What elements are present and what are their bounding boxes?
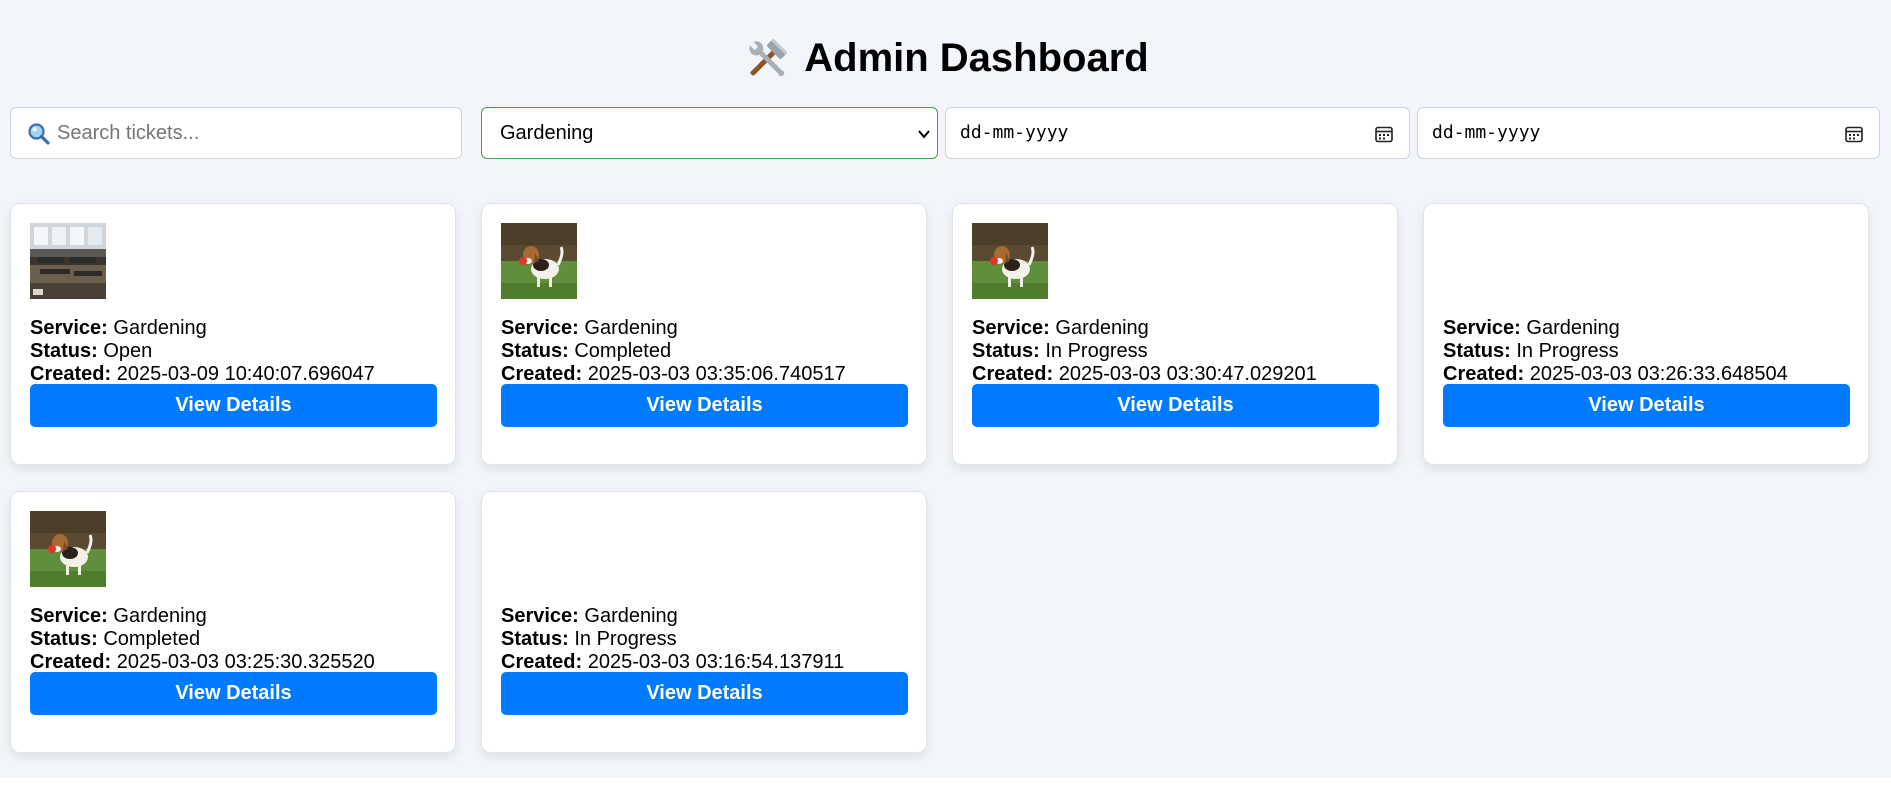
view-details-button[interactable]: View Details: [501, 672, 908, 715]
service-label: Service:: [972, 317, 1050, 339]
created-label: Created:: [972, 363, 1054, 385]
ticket-info: Service: Gardening Status: Open Created:…: [30, 317, 438, 386]
status-value: In Progress: [1045, 340, 1148, 362]
status-line: Status: Open: [30, 340, 438, 363]
ticket-card: Service: Gardening Status: In Progress C…: [1423, 203, 1869, 465]
service-label: Service:: [30, 605, 108, 627]
created-line: Created: 2025-03-03 03:16:54.137911: [501, 651, 909, 674]
ticket-info: Service: Gardening Status: In Progress C…: [1443, 317, 1851, 386]
ticket-info: Service: Gardening Status: Completed Cre…: [30, 605, 438, 674]
service-label: Service:: [30, 317, 108, 339]
service-select[interactable]: Gardening: [481, 107, 938, 159]
created-value: 2025-03-03 03:25:30.325520: [116, 651, 375, 673]
ticket-info: Service: Gardening Status: Completed Cre…: [501, 317, 909, 386]
ticket-card: Service: Gardening Status: Completed Cre…: [481, 203, 927, 465]
status-label: Status:: [30, 340, 98, 362]
created-value: 2025-03-03 03:26:33.648504: [1529, 363, 1788, 385]
created-label: Created:: [501, 651, 583, 673]
created-label: Created:: [30, 363, 112, 385]
status-line: Status: In Progress: [501, 628, 909, 651]
date-to-field[interactable]: dd-mm-yyyy: [1417, 107, 1880, 159]
service-value: Gardening: [584, 317, 678, 339]
ticket-card: Service: Gardening Status: Completed Cre…: [10, 491, 456, 753]
created-value: 2025-03-03 03:30:47.029201: [1058, 363, 1317, 385]
service-line: Service: Gardening: [30, 317, 438, 340]
page-title: Admin Dashboard: [804, 36, 1149, 80]
view-details-button[interactable]: View Details: [501, 384, 908, 427]
created-value: 2025-03-09 10:40:07.696047: [116, 363, 375, 385]
status-label: Status:: [501, 340, 569, 362]
classroom-photo: [30, 223, 106, 299]
service-line: Service: Gardening: [501, 317, 909, 340]
dog-photo: [30, 511, 106, 587]
ticket-card: Service: Gardening Status: In Progress C…: [481, 491, 927, 753]
date-from-value: dd-mm-yyyy: [960, 122, 1069, 143]
created-line: Created: 2025-03-03 03:25:30.325520: [30, 651, 438, 674]
created-label: Created:: [1443, 363, 1525, 385]
status-value: In Progress: [574, 628, 677, 650]
ticket-card: Service: Gardening Status: In Progress C…: [952, 203, 1398, 465]
calendar-icon[interactable]: [1844, 124, 1864, 144]
service-select-value: Gardening: [500, 122, 594, 144]
status-line: Status: Completed: [501, 340, 909, 363]
created-value: 2025-03-03 03:35:06.740517: [587, 363, 846, 385]
created-label: Created:: [501, 363, 583, 385]
service-label: Service:: [501, 605, 579, 627]
service-line: Service: Gardening: [1443, 317, 1851, 340]
service-value: Gardening: [584, 605, 678, 627]
ticket-info: Service: Gardening Status: In Progress C…: [501, 605, 909, 674]
dog-photo: [972, 223, 1048, 299]
search-input[interactable]: Search tickets...: [10, 107, 462, 159]
view-details-button[interactable]: View Details: [30, 672, 437, 715]
service-label: Service:: [1443, 317, 1521, 339]
service-label: Service:: [501, 317, 579, 339]
created-line: Created: 2025-03-03 03:35:06.740517: [501, 363, 909, 386]
created-value: 2025-03-03 03:16:54.137911: [587, 651, 845, 673]
status-label: Status:: [972, 340, 1040, 362]
status-line: Status: Completed: [30, 628, 438, 651]
date-from-field[interactable]: dd-mm-yyyy: [945, 107, 1410, 159]
view-details-button[interactable]: View Details: [972, 384, 1379, 427]
chevron-down-icon: [918, 130, 930, 139]
dashboard-header: Admin Dashboard: [0, 30, 1891, 86]
status-label: Status:: [501, 628, 569, 650]
calendar-icon[interactable]: [1374, 124, 1394, 144]
service-value: Gardening: [1055, 317, 1149, 339]
status-label: Status:: [30, 628, 98, 650]
search-placeholder: Search tickets...: [57, 122, 200, 144]
created-line: Created: 2025-03-03 03:26:33.648504: [1443, 363, 1851, 386]
ticket-card: Service: Gardening Status: Open Created:…: [10, 203, 456, 465]
dashboard-page: Admin Dashboard Search tickets... Garden…: [0, 0, 1891, 778]
status-line: Status: In Progress: [1443, 340, 1851, 363]
search-icon: [28, 123, 50, 145]
status-value: Open: [103, 340, 153, 362]
status-label: Status:: [1443, 340, 1511, 362]
view-details-button[interactable]: View Details: [1443, 384, 1850, 427]
service-line: Service: Gardening: [972, 317, 1380, 340]
created-line: Created: 2025-03-03 03:30:47.029201: [972, 363, 1380, 386]
created-label: Created:: [30, 651, 112, 673]
status-value: Completed: [103, 628, 201, 650]
dog-photo: [501, 223, 577, 299]
status-line: Status: In Progress: [972, 340, 1380, 363]
service-value: Gardening: [113, 605, 207, 627]
filter-bar: Search tickets... Gardening dd-mm-yyyy d…: [10, 107, 1880, 159]
created-line: Created: 2025-03-09 10:40:07.696047: [30, 363, 438, 386]
status-value: Completed: [574, 340, 672, 362]
view-details-button[interactable]: View Details: [30, 384, 437, 427]
service-value: Gardening: [113, 317, 207, 339]
service-value: Gardening: [1526, 317, 1620, 339]
service-line: Service: Gardening: [30, 605, 438, 628]
service-line: Service: Gardening: [501, 605, 909, 628]
status-value: In Progress: [1516, 340, 1619, 362]
ticket-info: Service: Gardening Status: In Progress C…: [972, 317, 1380, 386]
hammer-and-wrench-icon: [749, 38, 788, 77]
date-to-value: dd-mm-yyyy: [1432, 122, 1541, 143]
